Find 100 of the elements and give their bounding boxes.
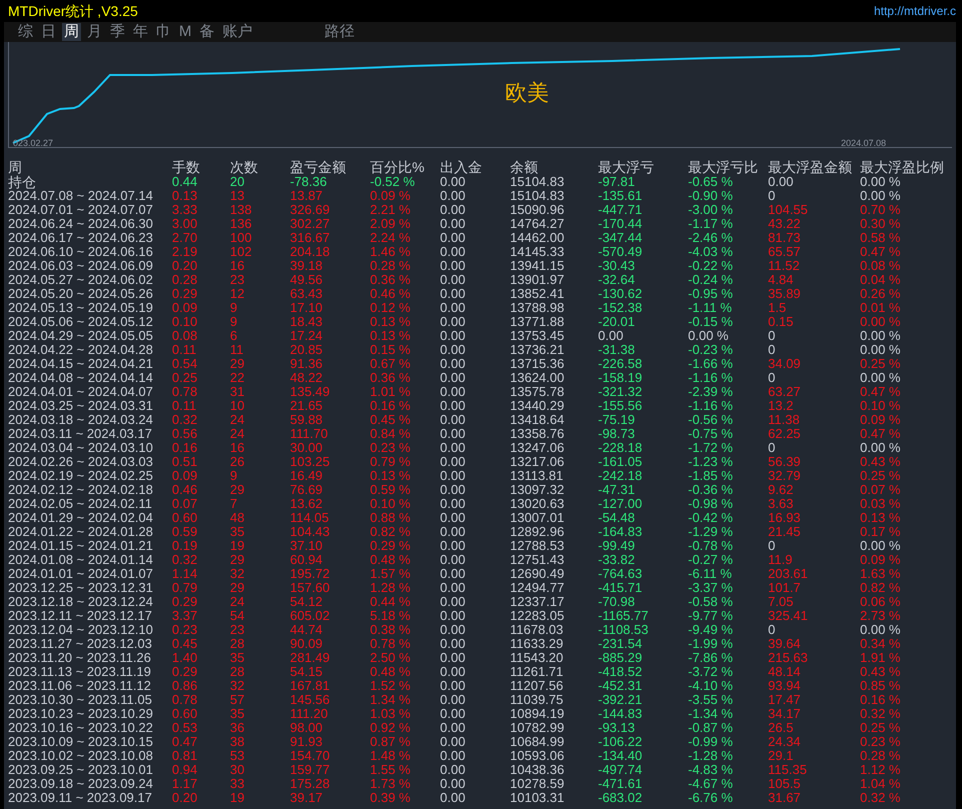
table-cell-text: 0.34 % [860, 637, 902, 651]
table-cell-text: -161.05 [598, 455, 644, 469]
table-cell-text: 0.00 [440, 539, 466, 553]
table-cell-text: 0.81 [172, 749, 198, 763]
tab[interactable]: 日 [39, 23, 58, 41]
table-cell-text: -97.81 [598, 175, 636, 189]
table-cell-text: 36 [230, 721, 246, 735]
table-cell-text: 0.43 % [860, 665, 902, 679]
table-cell-text: 0.30 % [860, 217, 902, 231]
table-cell-text: -0.75 % [688, 427, 734, 441]
table-cell-text: -1.72 % [688, 441, 734, 455]
table-cell-text: 63.43 [290, 287, 324, 301]
tab[interactable]: 巾 [154, 23, 173, 41]
table-cell-text: 93.94 [768, 679, 802, 693]
table-cell-text: 13.62 [290, 497, 324, 511]
table-cell-text: 0.60 [172, 511, 198, 525]
table-cell-text: 0.00 % [860, 441, 902, 455]
table-cell-text: 0.26 % [860, 287, 902, 301]
period-cell-text: 2024.04.29 ~ 2024.05.05 [8, 329, 154, 343]
table-cell-text: 0.00 % [860, 189, 902, 203]
table-cell-text: 49.56 [290, 273, 324, 287]
table-cell-text: 0.00 [440, 609, 466, 623]
tab[interactable]: 路径 [322, 23, 356, 41]
table-cell-text: 9 [230, 301, 238, 315]
table-cell-text: 91.93 [290, 735, 324, 749]
table-cell-text: 98.00 [290, 721, 324, 735]
table-cell-text: 0.59 [172, 525, 198, 539]
table-cell-text: 12788.53 [510, 539, 566, 553]
table-cell-text: 13020.63 [510, 497, 566, 511]
table-cell-text: -321.32 [598, 385, 644, 399]
table-cell-text: 0.03 % [860, 497, 902, 511]
table-cell-text: 115.35 [768, 763, 808, 777]
table-cell-text: -0.22 % [688, 259, 734, 273]
table-cell-text: 0.00 [440, 763, 466, 777]
table-cell-text: -0.58 % [688, 595, 734, 609]
table-cell-text: 19 [230, 539, 246, 553]
table-cell-text: -1.28 % [688, 749, 734, 763]
period-cell-text: 2023.09.18 ~ 2023.09.24 [8, 777, 154, 791]
table-cell-text: 16 [230, 441, 246, 455]
table-cell-text: 0.00 [768, 175, 794, 189]
website-link[interactable]: http://mtdriver.c [874, 2, 956, 20]
table-cell-text: 1.01 % [370, 385, 412, 399]
column-header: 出入金 [440, 159, 483, 175]
table-cell-text: 6 [230, 329, 238, 343]
table-cell-text: 0 [768, 329, 776, 343]
table-cell-text: 35.89 [768, 287, 802, 301]
tab[interactable]: 账户 [220, 23, 254, 41]
table-cell-text: 0.10 [172, 315, 198, 329]
table-cell-text: -0.90 % [688, 189, 734, 203]
table-cell-text: 29 [230, 483, 246, 497]
table-cell-text: 54.12 [290, 595, 324, 609]
table-cell-text: 111.20 [290, 707, 329, 721]
table-cell-text: -98.73 [598, 427, 636, 441]
table-cell-text: -9.49 % [688, 623, 734, 637]
period-cell-text: 2023.09.11 ~ 2023.09.17 [8, 791, 153, 805]
tab[interactable]: 综 [16, 23, 35, 41]
period-cell-text: 2024.06.24 ~ 2024.06.30 [8, 217, 154, 231]
table-cell-text: 76.69 [290, 483, 324, 497]
tab[interactable]: 月 [85, 23, 104, 41]
table-cell-text: 23 [230, 273, 246, 287]
period-cell-text: 2024.01.08 ~ 2024.01.14 [8, 553, 154, 567]
table-cell-text: 12 [230, 287, 246, 301]
table-cell-text: -0.42 % [688, 511, 734, 525]
tab[interactable]: 年 [131, 23, 150, 41]
table-cell-text: 11.38 [768, 413, 801, 427]
table-cell-text: 17.24 [290, 329, 324, 343]
table-cell-text: 0 [768, 343, 776, 357]
table-cell-text: -0.56 % [688, 413, 734, 427]
table-cell-text: 0 [768, 441, 776, 455]
table-cell-text: 29 [230, 581, 246, 595]
table-cell-text: 0.29 [172, 595, 198, 609]
table-cell-text: 0.00 [440, 329, 466, 343]
table-cell-text: -0.27 % [688, 553, 734, 567]
table-cell-text: 0.06 % [860, 595, 902, 609]
table-cell-text: -1.34 % [688, 707, 734, 721]
table-cell-text: -70.98 [598, 595, 636, 609]
tab[interactable]: 季 [108, 23, 127, 41]
table-cell-text: 104.43 [290, 525, 331, 539]
table-cell-text: 30.00 [290, 441, 324, 455]
table-cell-text: 22 [230, 371, 246, 385]
table-cell-text: 1.34 % [370, 693, 412, 707]
table-cell-text: -0.95 % [688, 287, 734, 301]
table-cell-text: 0.01 % [860, 301, 902, 315]
table-cell-text: -1.17 % [688, 217, 734, 231]
table-cell-text: -3.55 % [688, 693, 734, 707]
table-cell-text: 0.00 [440, 497, 466, 511]
table-cell-text: 2.09 % [370, 217, 412, 231]
table-cell-text: 0.45 % [370, 413, 412, 427]
tab[interactable]: 周 [62, 23, 81, 41]
table-cell-text: 325.41 [768, 609, 809, 623]
tab[interactable]: 备 [198, 23, 216, 41]
table-cell-text: -31.38 [598, 343, 636, 357]
table-cell-text: 0.00 [440, 651, 466, 665]
tab[interactable]: M [177, 23, 194, 41]
table-cell-text: -0.87 % [688, 721, 734, 735]
table-cell-text: 12337.17 [510, 595, 566, 609]
table-cell-text: 13753.45 [510, 329, 566, 343]
table-cell-text: 0.13 % [860, 511, 902, 525]
table-cell-text: 0.00 [440, 343, 466, 357]
table-cell-text: 0.19 [172, 539, 198, 553]
